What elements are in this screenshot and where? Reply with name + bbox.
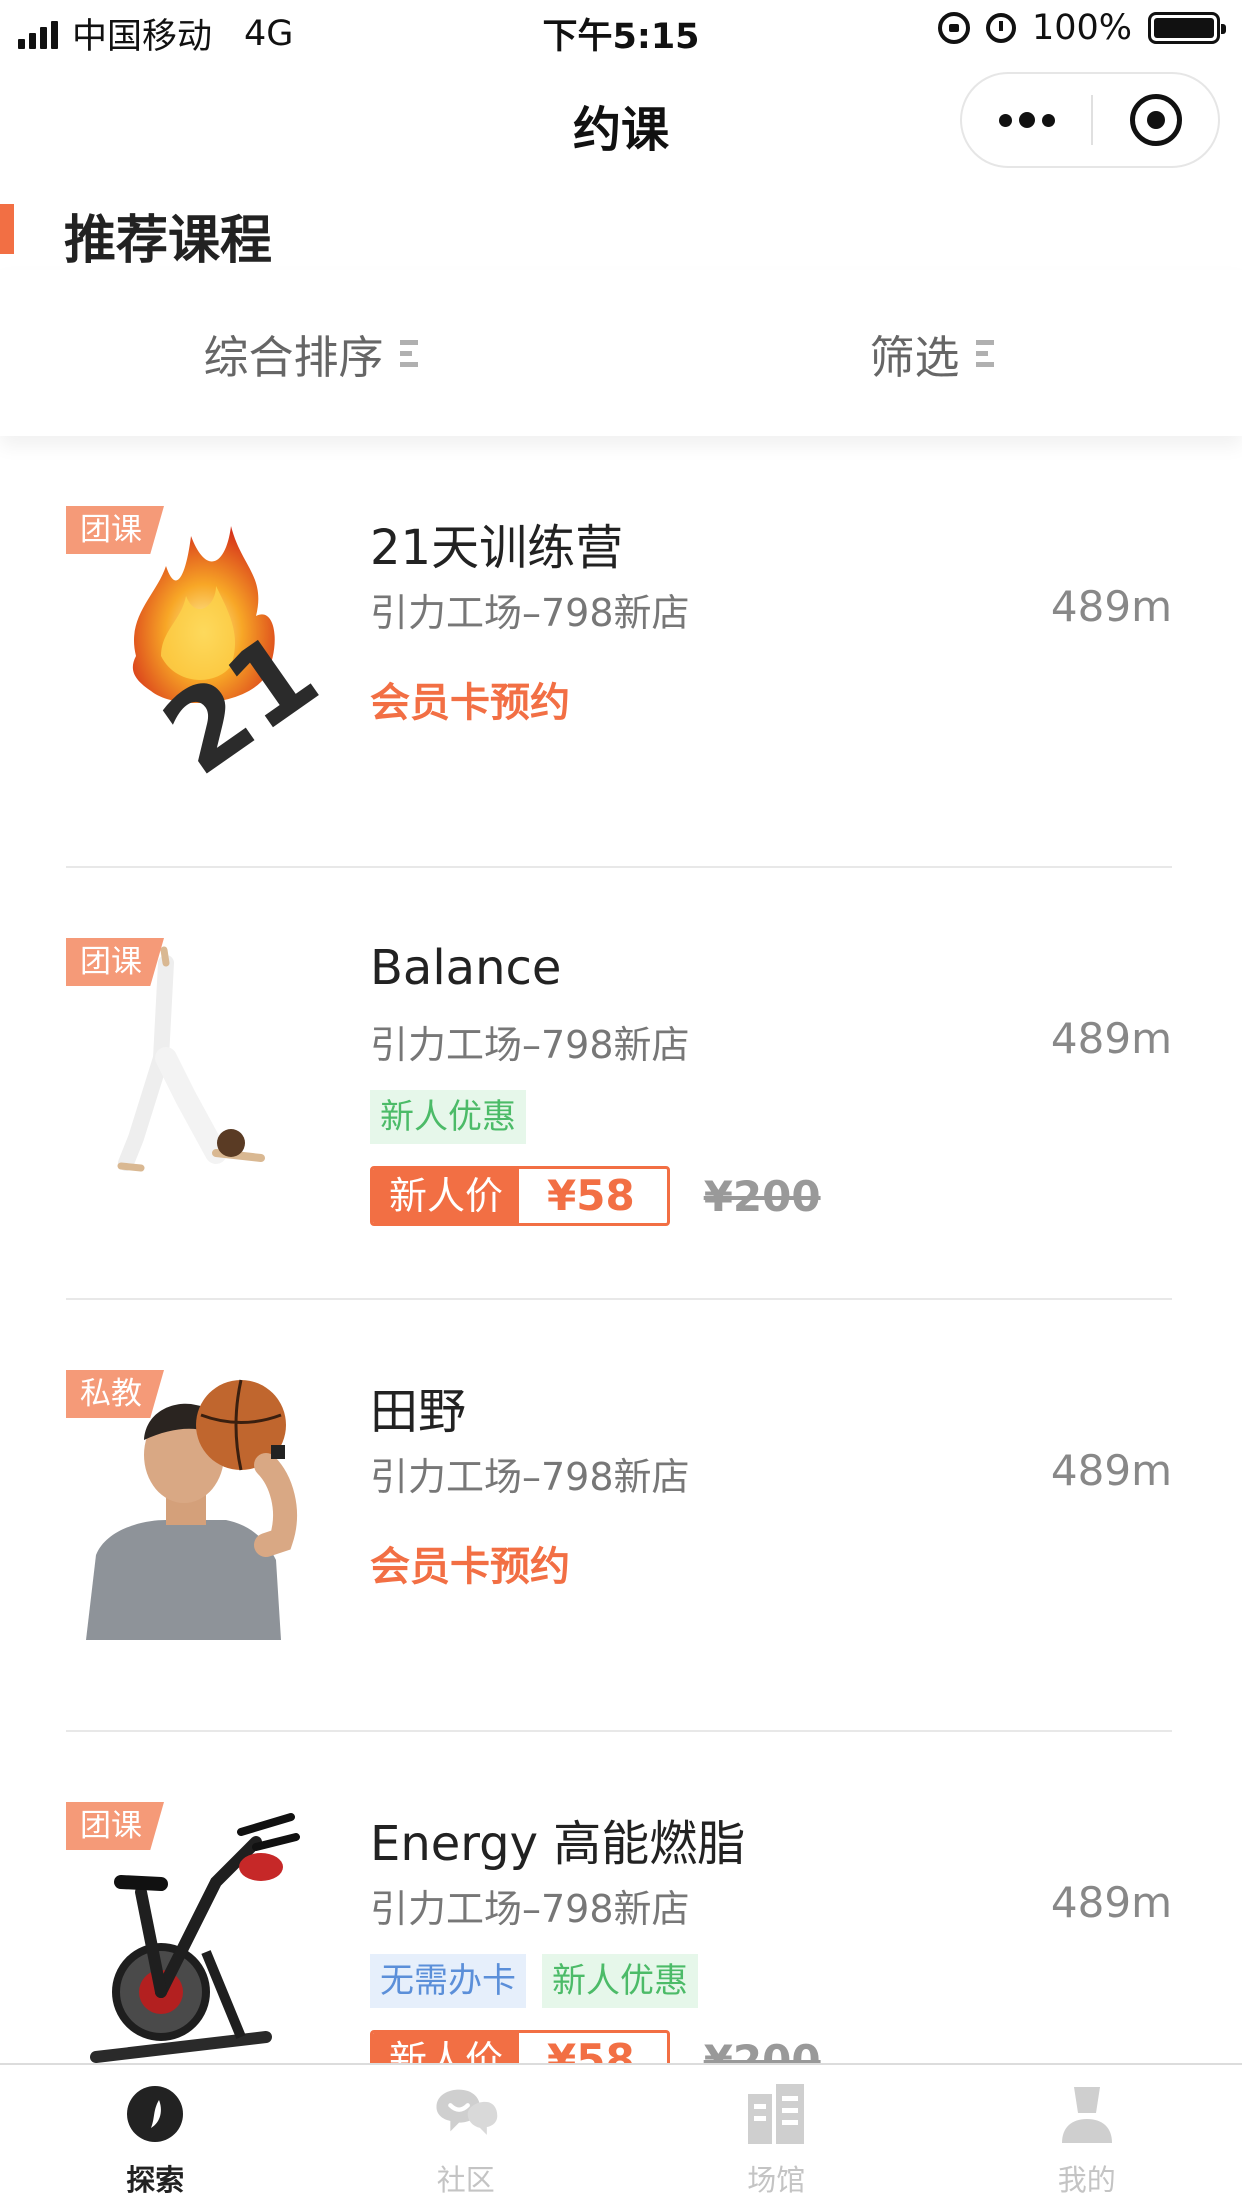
filter-bar: 综合排序 筛选 xyxy=(0,270,1242,436)
course-distance: 489m xyxy=(1050,1878,1172,1927)
course-distance: 489m xyxy=(1050,1014,1172,1063)
price-value: ¥58 xyxy=(547,2035,635,2063)
course-distance: 489m xyxy=(1050,1446,1172,1495)
battery-percent: 100% xyxy=(1031,8,1132,48)
tab-label: 场馆 xyxy=(747,2163,806,2197)
course-name: Energy 高能燃脂 xyxy=(370,1816,746,1872)
original-price: ¥200 xyxy=(703,1171,821,1221)
course-store: 引力工场–798新店 xyxy=(370,1023,690,1067)
compass-icon xyxy=(122,2081,188,2147)
course-list: 21 团课 21天训练营 引力工场–798新店 489m 会员卡预约 团课 Ba… xyxy=(0,436,1242,2063)
tab-bar: 探索 社区 场馆 我的 xyxy=(0,2063,1242,2208)
course-name: Balance xyxy=(370,940,562,996)
member-card-booking-link[interactable]: 会员卡预约 xyxy=(370,1534,570,1592)
course-type-tag: 团课 xyxy=(66,506,164,554)
course-card[interactable]: 团课 Balance 引力工场–798新店 489m 新人优惠 新人价 ¥58 … xyxy=(0,868,1242,1300)
target-circle-icon xyxy=(1129,94,1182,146)
sort-label: 综合排序 xyxy=(203,330,384,384)
badge-list: 无需办卡 新人优惠 xyxy=(370,1954,698,2008)
course-distance: 489m xyxy=(1050,582,1172,631)
more-dot-icon xyxy=(998,113,1012,127)
no-card-needed-badge: 无需办卡 xyxy=(370,1954,526,2008)
tab-label: 探索 xyxy=(126,2163,185,2197)
course-card[interactable]: 团课 Energy 高能燃脂 引力工场–798新店 489m 无需办卡 新人优惠… xyxy=(0,1732,1242,2063)
price-row: 新人价 ¥58 ¥200 xyxy=(370,1166,821,1226)
sort-lines-icon xyxy=(399,339,418,367)
price-label: 新人价 xyxy=(373,2033,520,2063)
filter-label: 筛选 xyxy=(869,330,960,384)
nav-bar: 约课 xyxy=(0,64,1242,180)
course-store: 引力工场–798新店 xyxy=(370,1887,690,1931)
battery-fill xyxy=(1154,18,1214,38)
tab-explore[interactable]: 探索 xyxy=(0,2065,311,2208)
orientation-lock-icon xyxy=(937,12,970,44)
course-card[interactable]: 21 团课 21天训练营 引力工场–798新店 489m 会员卡预约 xyxy=(0,436,1242,868)
price-row: 新人价 ¥58 ¥200 xyxy=(370,2030,821,2063)
person-icon xyxy=(1054,2081,1120,2147)
new-user-price-box: 新人价 ¥58 xyxy=(370,1166,670,1226)
tab-community[interactable]: 社区 xyxy=(311,2065,622,2208)
tab-venues[interactable]: 场馆 xyxy=(621,2065,932,2208)
status-bar: 中国移动 4G 下午5:15 100% xyxy=(0,0,1242,64)
price-value: ¥58 xyxy=(547,1171,635,1220)
mini-program-capsule xyxy=(960,72,1220,168)
badge-list: 新人优惠 xyxy=(370,1090,526,1144)
section-accent-bar xyxy=(0,204,14,254)
new-user-discount-badge: 新人优惠 xyxy=(370,1090,526,1144)
status-bar-right: 100% xyxy=(937,8,1226,48)
course-type-tag: 私教 xyxy=(66,1370,164,1418)
course-name: 21天训练营 xyxy=(370,520,624,576)
filter-lines-icon xyxy=(975,339,994,367)
tab-mine[interactable]: 我的 xyxy=(932,2065,1242,2208)
course-store: 引力工场–798新店 xyxy=(370,1455,690,1499)
tab-label: 社区 xyxy=(436,2163,495,2197)
new-user-price-box: 新人价 ¥58 xyxy=(370,2030,670,2063)
more-menu-button[interactable] xyxy=(962,74,1091,166)
more-dot-icon xyxy=(1018,112,1035,128)
course-name: 田野 xyxy=(370,1384,467,1440)
filter-dropdown[interactable]: 筛选 xyxy=(621,270,1242,436)
course-card[interactable]: 私教 田野 引力工场–798新店 489m 会员卡预约 xyxy=(0,1300,1242,1732)
sort-dropdown[interactable]: 综合排序 xyxy=(0,270,621,436)
battery-icon xyxy=(1148,12,1226,44)
section-title: 推荐课程 xyxy=(64,211,273,271)
course-store: 引力工场–798新店 xyxy=(370,591,690,635)
course-type-tag: 团课 xyxy=(66,938,164,986)
more-dot-icon xyxy=(1041,113,1055,127)
original-price: ¥200 xyxy=(703,2035,821,2064)
price-label: 新人价 xyxy=(373,1169,520,1223)
new-user-discount-badge: 新人优惠 xyxy=(542,1954,698,2008)
chat-bubbles-icon xyxy=(433,2081,499,2147)
alarm-icon xyxy=(985,13,1016,43)
tab-label: 我的 xyxy=(1057,2163,1116,2197)
close-mini-program-button[interactable] xyxy=(1093,74,1218,166)
section-header: 推荐课程 xyxy=(0,196,600,271)
member-card-booking-link[interactable]: 会员卡预约 xyxy=(370,670,570,728)
course-type-tag: 团课 xyxy=(66,1802,164,1850)
building-icon xyxy=(743,2081,809,2147)
